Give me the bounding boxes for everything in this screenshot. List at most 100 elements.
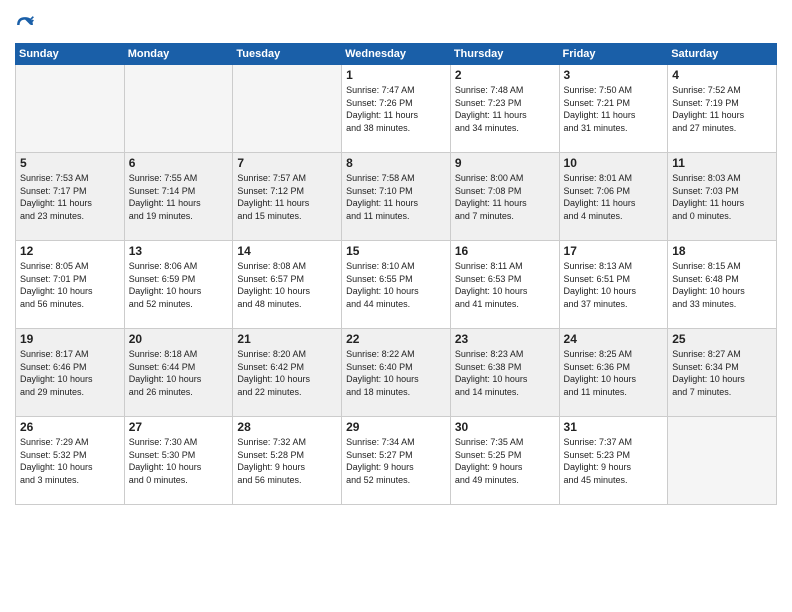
day-info: Sunrise: 8:05 AM Sunset: 7:01 PM Dayligh… <box>20 260 120 310</box>
week-row-3: 12 Sunrise: 8:05 AM Sunset: 7:01 PM Dayli… <box>16 241 777 329</box>
day-number: 6 <box>129 156 229 170</box>
day-info: Sunrise: 8:06 AM Sunset: 6:59 PM Dayligh… <box>129 260 229 310</box>
day-number: 22 <box>346 332 446 346</box>
calendar-cell: 12 Sunrise: 8:05 AM Sunset: 7:01 PM Dayli… <box>16 241 125 329</box>
weekday-header-wednesday: Wednesday <box>342 44 451 65</box>
calendar-cell: 18Sunrise: 8:15 AM Sunset: 6:48 PM Dayli… <box>668 241 777 329</box>
day-info: Sunrise: 8:08 AM Sunset: 6:57 PM Dayligh… <box>237 260 337 310</box>
day-number: 24 <box>564 332 664 346</box>
day-number: 27 <box>129 420 229 434</box>
day-number: 26 <box>20 420 120 434</box>
calendar-cell: 15 Sunrise: 8:10 AM Sunset: 6:55 PM Dayli… <box>342 241 451 329</box>
day-info: Sunrise: 8:20 AM Sunset: 6:42 PM Dayligh… <box>237 348 337 398</box>
day-info: Sunrise: 8:00 AM Sunset: 7:08 PM Dayligh… <box>455 172 555 222</box>
day-number: 15 <box>346 244 446 258</box>
day-info: Sunrise: 7:34 AM Sunset: 5:27 PM Dayligh… <box>346 436 446 486</box>
day-number: 5 <box>20 156 120 170</box>
day-number: 7 <box>237 156 337 170</box>
calendar-cell: 10 Sunrise: 8:01 AM Sunset: 7:06 PM Dayli… <box>559 153 668 241</box>
day-info: Sunrise: 7:55 AM Sunset: 7:14 PM Dayligh… <box>129 172 229 222</box>
day-info: Sunrise: 7:53 AM Sunset: 7:17 PM Dayligh… <box>20 172 120 222</box>
day-info: Sunrise: 8:03 AM Sunset: 7:03 PM Dayligh… <box>672 172 772 222</box>
calendar-cell: 13 Sunrise: 8:06 AM Sunset: 6:59 PM Dayli… <box>124 241 233 329</box>
calendar-cell: 11 Sunrise: 8:03 AM Sunset: 7:03 PM Dayli… <box>668 153 777 241</box>
day-number: 1 <box>346 68 446 82</box>
day-info: Sunrise: 8:22 AM Sunset: 6:40 PM Dayligh… <box>346 348 446 398</box>
calendar-cell: 22 Sunrise: 8:22 AM Sunset: 6:40 PM Dayli… <box>342 329 451 417</box>
day-number: 2 <box>455 68 555 82</box>
calendar-cell: 23Sunrise: 8:23 AM Sunset: 6:38 PM Dayli… <box>450 329 559 417</box>
calendar-cell: 3 Sunrise: 7:50 AM Sunset: 7:21 PM Daylig… <box>559 65 668 153</box>
day-info: Sunrise: 8:15 AM Sunset: 6:48 PM Dayligh… <box>672 260 772 310</box>
day-number: 12 <box>20 244 120 258</box>
day-number: 23 <box>455 332 555 346</box>
week-row-5: 26 Sunrise: 7:29 AM Sunset: 5:32 PM Dayli… <box>16 417 777 505</box>
day-number: 9 <box>455 156 555 170</box>
logo-icon <box>15 15 35 35</box>
day-info: Sunrise: 8:13 AM Sunset: 6:51 PM Dayligh… <box>564 260 664 310</box>
day-info: Sunrise: 8:11 AM Sunset: 6:53 PM Dayligh… <box>455 260 555 310</box>
calendar-cell: 19 Sunrise: 8:17 AM Sunset: 6:46 PM Dayli… <box>16 329 125 417</box>
calendar-cell <box>16 65 125 153</box>
day-info: Sunrise: 7:30 AM Sunset: 5:30 PM Dayligh… <box>129 436 229 486</box>
weekday-header-thursday: Thursday <box>450 44 559 65</box>
calendar-cell: 17 Sunrise: 8:13 AM Sunset: 6:51 PM Dayli… <box>559 241 668 329</box>
day-info: Sunrise: 7:47 AM Sunset: 7:26 PM Dayligh… <box>346 84 446 134</box>
calendar-cell: 28 Sunrise: 7:32 AM Sunset: 5:28 PM Dayli… <box>233 417 342 505</box>
day-info: Sunrise: 8:18 AM Sunset: 6:44 PM Dayligh… <box>129 348 229 398</box>
calendar-cell: 5 Sunrise: 7:53 AM Sunset: 7:17 PM Daylig… <box>16 153 125 241</box>
logo <box>15 15 37 35</box>
calendar-cell: 9 Sunrise: 8:00 AM Sunset: 7:08 PM Daylig… <box>450 153 559 241</box>
day-info: Sunrise: 7:50 AM Sunset: 7:21 PM Dayligh… <box>564 84 664 134</box>
day-number: 28 <box>237 420 337 434</box>
calendar-cell: 24Sunrise: 8:25 AM Sunset: 6:36 PM Dayli… <box>559 329 668 417</box>
day-number: 13 <box>129 244 229 258</box>
day-number: 19 <box>20 332 120 346</box>
day-number: 3 <box>564 68 664 82</box>
day-info: Sunrise: 8:17 AM Sunset: 6:46 PM Dayligh… <box>20 348 120 398</box>
day-info: Sunrise: 7:37 AM Sunset: 5:23 PM Dayligh… <box>564 436 664 486</box>
week-row-4: 19 Sunrise: 8:17 AM Sunset: 6:46 PM Dayli… <box>16 329 777 417</box>
weekday-header-monday: Monday <box>124 44 233 65</box>
day-number: 17 <box>564 244 664 258</box>
day-info: Sunrise: 8:01 AM Sunset: 7:06 PM Dayligh… <box>564 172 664 222</box>
day-info: Sunrise: 7:58 AM Sunset: 7:10 PM Dayligh… <box>346 172 446 222</box>
calendar-cell: 21 Sunrise: 8:20 AM Sunset: 6:42 PM Dayli… <box>233 329 342 417</box>
day-info: Sunrise: 7:29 AM Sunset: 5:32 PM Dayligh… <box>20 436 120 486</box>
day-number: 20 <box>129 332 229 346</box>
weekday-header-saturday: Saturday <box>668 44 777 65</box>
weekday-header-sunday: Sunday <box>16 44 125 65</box>
day-number: 21 <box>237 332 337 346</box>
calendar-cell: 16Sunrise: 8:11 AM Sunset: 6:53 PM Dayli… <box>450 241 559 329</box>
day-number: 25 <box>672 332 772 346</box>
page-container: SundayMondayTuesdayWednesdayThursdayFrid… <box>0 0 792 612</box>
calendar-cell: 6 Sunrise: 7:55 AM Sunset: 7:14 PM Daylig… <box>124 153 233 241</box>
calendar-cell: 27 Sunrise: 7:30 AM Sunset: 5:30 PM Dayli… <box>124 417 233 505</box>
calendar-cell: 29Sunrise: 7:34 AM Sunset: 5:27 PM Dayli… <box>342 417 451 505</box>
day-info: Sunrise: 8:27 AM Sunset: 6:34 PM Dayligh… <box>672 348 772 398</box>
weekday-header-tuesday: Tuesday <box>233 44 342 65</box>
day-info: Sunrise: 8:10 AM Sunset: 6:55 PM Dayligh… <box>346 260 446 310</box>
weekday-header-friday: Friday <box>559 44 668 65</box>
day-number: 31 <box>564 420 664 434</box>
day-number: 11 <box>672 156 772 170</box>
calendar-cell: 30Sunrise: 7:35 AM Sunset: 5:25 PM Dayli… <box>450 417 559 505</box>
day-number: 4 <box>672 68 772 82</box>
calendar-cell: 1 Sunrise: 7:47 AM Sunset: 7:26 PM Daylig… <box>342 65 451 153</box>
week-row-1: 1 Sunrise: 7:47 AM Sunset: 7:26 PM Daylig… <box>16 65 777 153</box>
calendar-table: SundayMondayTuesdayWednesdayThursdayFrid… <box>15 43 777 505</box>
day-info: Sunrise: 7:52 AM Sunset: 7:19 PM Dayligh… <box>672 84 772 134</box>
calendar-cell: 26 Sunrise: 7:29 AM Sunset: 5:32 PM Dayli… <box>16 417 125 505</box>
calendar-cell <box>233 65 342 153</box>
day-number: 10 <box>564 156 664 170</box>
calendar-cell: 8 Sunrise: 7:58 AM Sunset: 7:10 PM Daylig… <box>342 153 451 241</box>
calendar-cell <box>124 65 233 153</box>
day-number: 14 <box>237 244 337 258</box>
day-info: Sunrise: 7:48 AM Sunset: 7:23 PM Dayligh… <box>455 84 555 134</box>
day-info: Sunrise: 7:32 AM Sunset: 5:28 PM Dayligh… <box>237 436 337 486</box>
weekday-header-row: SundayMondayTuesdayWednesdayThursdayFrid… <box>16 44 777 65</box>
day-number: 8 <box>346 156 446 170</box>
week-row-2: 5 Sunrise: 7:53 AM Sunset: 7:17 PM Daylig… <box>16 153 777 241</box>
calendar-cell: 4 Sunrise: 7:52 AM Sunset: 7:19 PM Daylig… <box>668 65 777 153</box>
calendar-cell <box>668 417 777 505</box>
